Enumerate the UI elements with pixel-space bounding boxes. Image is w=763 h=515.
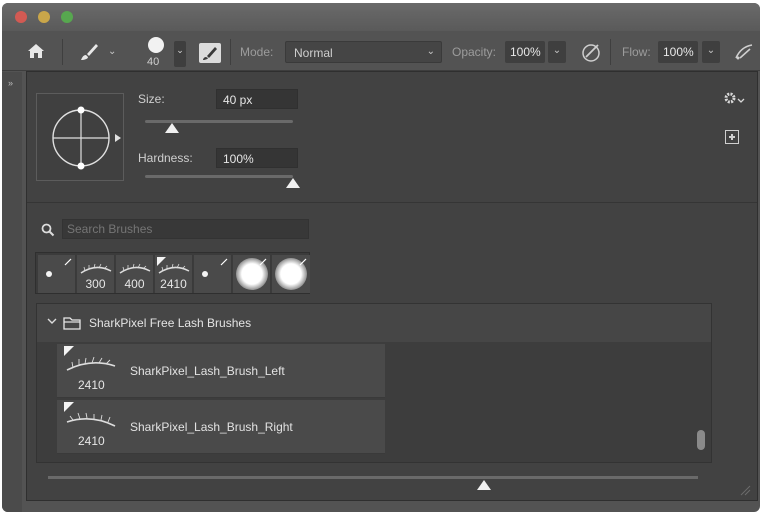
preview-size-slider-track[interactable] xyxy=(48,476,698,479)
size-slider-thumb[interactable] xyxy=(165,123,179,133)
lash-brush-icon xyxy=(66,356,116,371)
title-bar xyxy=(2,3,760,31)
hardness-label: Hardness: xyxy=(138,151,193,165)
recent-brush-slot[interactable] xyxy=(233,255,271,293)
chevron-down-icon[interactable] xyxy=(47,316,57,326)
stylus-icon xyxy=(64,258,72,266)
options-bar: ⌄ 40 ⌄ Mode: Normal ⌄ Opacity: 100% ⌄ Fl… xyxy=(2,31,760,71)
sampled-brush-badge-icon xyxy=(64,402,74,412)
stylus-icon xyxy=(220,258,228,266)
search-brushes-input[interactable] xyxy=(62,219,309,239)
recent-brush-slot[interactable]: 300 xyxy=(77,255,115,293)
mode-select[interactable]: Normal ⌄ xyxy=(285,41,442,63)
lash-brush-icon xyxy=(80,263,112,274)
mode-label: Mode: xyxy=(240,45,274,59)
toolbar-divider xyxy=(62,39,63,65)
recent-brush-slot[interactable] xyxy=(272,255,310,293)
brush-folder-row[interactable]: SharkPixel Free Lash Brushes xyxy=(37,304,711,342)
brush-name: SharkPixel_Lash_Brush_Left xyxy=(130,364,285,378)
flow-input[interactable]: 100% xyxy=(658,41,698,63)
brush-size-label: 2410 xyxy=(78,434,105,448)
opacity-slider-toggle[interactable]: ⌄ xyxy=(548,41,566,63)
photoshop-window: ⌄ 40 ⌄ Mode: Normal ⌄ Opacity: 100% ⌄ Fl… xyxy=(2,3,760,512)
tools-panel-edge: » xyxy=(2,72,22,512)
flow-slider-toggle[interactable]: ⌄ xyxy=(702,41,720,63)
brush-tool-preset-picker[interactable] xyxy=(78,41,100,63)
brush-size-label: 2410 xyxy=(78,378,105,392)
brush-preset-picker[interactable]: 40 xyxy=(142,35,172,69)
brush-settings-toggle[interactable] xyxy=(199,43,221,63)
size-label: Size: xyxy=(138,92,165,106)
resize-grip-icon[interactable] xyxy=(739,484,751,496)
brush-list-item[interactable]: 2410 SharkPixel_Lash_Brush_Right xyxy=(57,400,385,454)
brush-list-item[interactable]: 2410 SharkPixel_Lash_Brush_Left xyxy=(57,344,385,398)
size-input[interactable]: 40 px xyxy=(216,89,298,109)
sampled-brush-badge-icon xyxy=(64,346,74,356)
toolbar-divider xyxy=(610,39,611,65)
brush-icon xyxy=(81,44,98,60)
lash-brush-icon xyxy=(66,412,116,427)
chevron-down-icon[interactable]: ⌄ xyxy=(108,46,116,57)
airbrush-icon[interactable] xyxy=(732,41,756,63)
stylus-icon xyxy=(299,258,307,266)
mode-value: Normal xyxy=(294,46,333,60)
brush-picker-dropdown[interactable]: ⌄ xyxy=(174,41,186,67)
recent-brush-slot[interactable] xyxy=(38,255,76,293)
recent-brush-slot[interactable]: 2410 xyxy=(155,255,193,293)
recent-brushes-strip: 300 400 2410 xyxy=(35,252,310,294)
brush-name: SharkPixel_Lash_Brush_Right xyxy=(130,420,293,434)
preview-size-slider-thumb[interactable] xyxy=(477,480,491,490)
minimize-window-button[interactable] xyxy=(38,11,50,23)
search-icon xyxy=(41,223,55,237)
flow-label: Flow: xyxy=(622,45,651,59)
opacity-label: Opacity: xyxy=(452,45,497,59)
expand-panels-icon[interactable]: » xyxy=(8,78,13,88)
toolbar-divider xyxy=(230,39,231,65)
brush-angle-roundness-preview[interactable] xyxy=(36,93,124,181)
brush-preset-panel: Size: 40 px Hardness: 100% 300 xyxy=(26,71,758,501)
chevron-down-icon: ⌄ xyxy=(426,46,435,57)
folder-name: SharkPixel Free Lash Brushes xyxy=(89,316,252,330)
lash-brush-icon xyxy=(158,263,190,274)
brush-size-readout: 40 xyxy=(147,56,160,68)
recent-brush-slot[interactable] xyxy=(194,255,232,293)
brush-tip-preview xyxy=(148,37,164,53)
hardness-slider-track[interactable] xyxy=(145,175,293,178)
close-window-button[interactable] xyxy=(15,11,27,23)
recent-brush-slot[interactable]: 400 xyxy=(116,255,154,293)
hard-round-brush-icon xyxy=(202,271,208,277)
opacity-input[interactable]: 100% xyxy=(505,41,545,63)
brush-settings-icon xyxy=(203,47,217,60)
zoom-window-button[interactable] xyxy=(61,11,73,23)
hardness-input[interactable]: 100% xyxy=(216,148,298,168)
pressure-opacity-icon[interactable] xyxy=(580,41,604,63)
lash-brush-icon xyxy=(119,263,151,274)
hard-round-brush-icon xyxy=(46,271,52,277)
brush-list-scrollbar[interactable] xyxy=(697,430,705,450)
new-preset-icon[interactable] xyxy=(725,130,739,144)
stylus-icon xyxy=(259,258,267,266)
panel-divider xyxy=(27,202,757,203)
home-icon[interactable] xyxy=(26,41,46,61)
folder-icon xyxy=(63,317,81,330)
brush-tip-shape-icon xyxy=(52,106,121,170)
gear-icon[interactable] xyxy=(723,90,745,106)
brush-list: SharkPixel Free Lash Brushes 2410 SharkP… xyxy=(36,303,712,463)
hardness-slider-thumb[interactable] xyxy=(286,178,300,188)
